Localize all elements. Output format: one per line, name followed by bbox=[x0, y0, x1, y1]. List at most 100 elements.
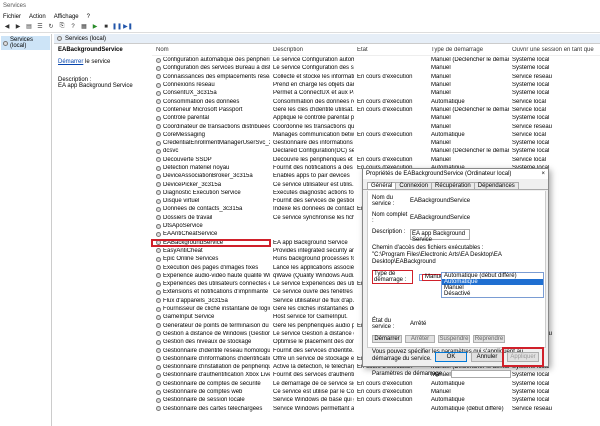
col-session[interactable]: Ouvrir une session en tant que bbox=[509, 47, 600, 53]
start-button[interactable]: Démarrer bbox=[372, 335, 402, 343]
start-type-label: Type de démarrage : bbox=[372, 270, 413, 284]
refresh-icon[interactable]: ↻ bbox=[47, 23, 55, 31]
start-type-cell: Manuel bbox=[431, 82, 451, 89]
table-row[interactable]: Connexions réseau Prend en charge les obj… bbox=[152, 81, 600, 89]
table-row[interactable]: dcsvc Declared Configuration(DC) ser... Ma… bbox=[152, 147, 600, 155]
stop-icon[interactable]: ■ bbox=[102, 23, 110, 31]
table-row[interactable]: Connaissances des emplacements réseau Col… bbox=[152, 73, 600, 81]
list-icon[interactable]: ☰ bbox=[36, 23, 44, 31]
table-row[interactable]: Découverte SSDP Découvre les périphérique… bbox=[152, 156, 600, 164]
play-icon[interactable]: ▶ bbox=[91, 23, 99, 31]
menu-bar: Fichier Action Affichage ? bbox=[0, 12, 600, 21]
menu-fichier[interactable]: Fichier bbox=[3, 14, 21, 20]
gear-icon bbox=[156, 339, 161, 345]
table-row[interactable]: Gestionnaire de session locale Service Wi… bbox=[152, 396, 600, 404]
description-cell: EA app Background Service bbox=[273, 239, 348, 246]
service-name-cell: Diagnostic Execution Service bbox=[152, 190, 270, 196]
description-cell: Gestionnaire des informations ... bbox=[273, 140, 354, 147]
description-cell: Fournit des notifications à des ... bbox=[273, 165, 354, 171]
gear-icon bbox=[156, 240, 161, 246]
start-type-cell: Automatique bbox=[431, 380, 465, 387]
tab-connexion[interactable]: Connexion bbox=[395, 182, 433, 189]
start-type-cell: Manuel bbox=[431, 73, 451, 80]
selected-service-name: EABackgroundService bbox=[58, 47, 123, 53]
start-type-cell: Manuel bbox=[431, 115, 451, 122]
table-row[interactable]: Conteneur Microsoft Passport Gère les clé… bbox=[152, 106, 600, 114]
logon-cell: Service local bbox=[512, 106, 547, 113]
back-icon[interactable]: ◀ bbox=[3, 23, 11, 31]
details-pane: EABackgroundService Démarrer le service … bbox=[54, 44, 152, 426]
tab-recuperation[interactable]: Récupération bbox=[431, 182, 475, 189]
cancel-button[interactable]: Annuler bbox=[471, 352, 503, 362]
menu-help[interactable]: ? bbox=[87, 14, 90, 20]
service-name-cell: Fournisseur de cliché instantané de logi… bbox=[152, 306, 270, 312]
description-cell: Gère les clés d'identité utilisat... bbox=[273, 106, 354, 113]
service-name-cell: ConsentUX_3c315a bbox=[152, 90, 270, 96]
description-cell: Ce service utilisateur est utilis... bbox=[273, 181, 354, 188]
gear-icon bbox=[156, 265, 161, 271]
col-etat[interactable]: État bbox=[354, 47, 428, 53]
description-cell: Consommation des données ré... bbox=[273, 98, 354, 105]
params-input[interactable] bbox=[451, 370, 512, 378]
close-icon[interactable]: × bbox=[541, 171, 545, 177]
tree-item-services-local[interactable]: Services (local) bbox=[1, 36, 50, 50]
service-name-cell: Conteneur Microsoft Passport bbox=[152, 107, 270, 113]
service-name-cell: EasyAntiCheat bbox=[152, 248, 270, 254]
table-row[interactable]: Configuration des services Bureau à dist… bbox=[152, 64, 600, 72]
gear-icon bbox=[156, 223, 161, 229]
description-cell: Le service Gestion à distance d... bbox=[273, 330, 354, 337]
console-tree-icon[interactable]: ▤ bbox=[25, 23, 33, 31]
service-name-cell: Exécution des pages d'images fixes bbox=[152, 265, 270, 271]
pause-button[interactable]: Suspendre bbox=[438, 335, 470, 343]
start-type-cell: Manuel bbox=[431, 389, 451, 396]
table-row[interactable]: CoreMessaging Manages communication betw.… bbox=[152, 131, 600, 139]
dialog-title: Propriétés de EABackgroundService (Ordin… bbox=[366, 171, 512, 177]
table-row[interactable]: Contrôle parental Applique le contrôle pa… bbox=[152, 114, 600, 122]
service-name-cell: Données de contacts_3c315a bbox=[152, 206, 270, 212]
forward-icon[interactable]: ▶ bbox=[14, 23, 22, 31]
path-label: Chemin d'accès des fichiers exécutables … bbox=[372, 245, 484, 251]
col-nom[interactable]: Nom bbox=[152, 47, 270, 53]
apply-button[interactable]: Appliquer bbox=[502, 347, 544, 367]
service-name-cell: CoreMessaging bbox=[152, 132, 270, 138]
service-name-cell: Gestion des niveaux de stockage bbox=[152, 339, 270, 345]
pause-icon[interactable]: ❚❚ bbox=[112, 23, 122, 31]
description-cell: Manages communication betw... bbox=[273, 131, 354, 138]
table-row[interactable]: Consommation des données Consommation des… bbox=[152, 97, 600, 105]
export-icon[interactable]: ⎘ bbox=[58, 23, 66, 31]
start-type-cell: Manuel bbox=[431, 123, 451, 130]
description-cell: Indexe les données de contacts... bbox=[273, 206, 354, 213]
properties-icon[interactable]: ▦ bbox=[80, 23, 88, 31]
gear-icon bbox=[156, 157, 161, 163]
gear-icon bbox=[156, 273, 161, 279]
toolbar: ◀ ▶ ▤ ☰ ↻ ⎘ ? ▦ ▶ ■ ❚❚ ▶❚ bbox=[0, 21, 600, 33]
tab-general[interactable]: Général bbox=[367, 182, 397, 189]
table-row[interactable]: CredentialEnrollmentManagerUserSvc_3c3..… bbox=[152, 139, 600, 147]
table-row[interactable]: Gestionnaire de comptes web Ce service es… bbox=[152, 388, 600, 396]
restart-icon[interactable]: ▶❚ bbox=[123, 23, 133, 31]
resume-button[interactable]: Reprendre bbox=[473, 335, 505, 343]
menu-affichage[interactable]: Affichage bbox=[54, 14, 79, 20]
table-row[interactable]: Configuration automatique des périphériq… bbox=[152, 56, 600, 64]
help-icon[interactable]: ? bbox=[69, 23, 77, 31]
table-row[interactable]: Gestionnaire de comptes de sécurité Le dé… bbox=[152, 380, 600, 388]
gear-icon bbox=[156, 356, 161, 362]
table-row[interactable]: ConsentUX_3c315a Permet à ConnectUX et au… bbox=[152, 89, 600, 97]
gear-icon bbox=[156, 165, 161, 171]
gear-icon bbox=[156, 406, 161, 412]
description-cell: Gère les clichés instantanés de ... bbox=[273, 306, 354, 313]
col-type-demarrage[interactable]: Type de démarrage bbox=[428, 47, 509, 53]
tab-dependances[interactable]: Dépendances bbox=[473, 182, 519, 189]
gear-icon bbox=[156, 182, 161, 188]
option-disabled[interactable]: Désactivé bbox=[442, 291, 543, 297]
service-name-cell: Gestion à distance de Windows (Gestion W… bbox=[152, 331, 270, 337]
ok-button[interactable]: OK bbox=[435, 352, 467, 362]
stop-button[interactable]: Arrêter bbox=[405, 335, 435, 343]
menu-action[interactable]: Action bbox=[29, 14, 46, 20]
col-description[interactable]: Description bbox=[270, 47, 354, 53]
start-service-link[interactable]: Démarrer bbox=[58, 59, 83, 65]
table-row[interactable]: Gestionnaire des cartes téléchargées Serv… bbox=[152, 404, 600, 412]
table-row[interactable]: Coordinateur de transactions distribuées… bbox=[152, 122, 600, 130]
service-name-cell: Gestionnaire d'installation de périphéri… bbox=[152, 364, 270, 370]
gear-icon bbox=[3, 40, 8, 46]
